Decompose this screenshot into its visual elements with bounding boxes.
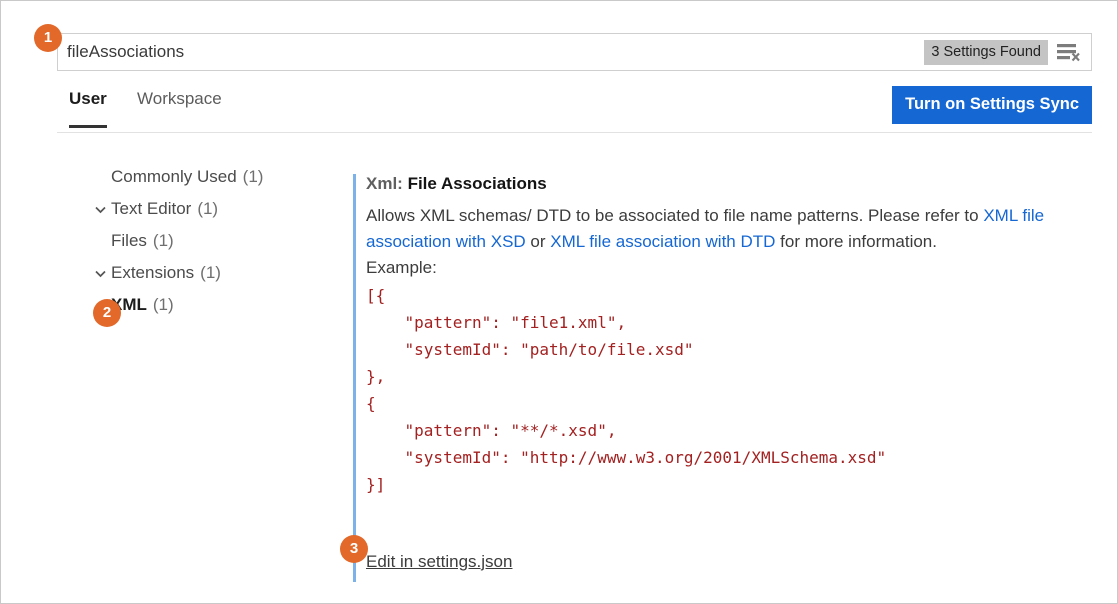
description-text-3: for more information.	[775, 232, 937, 251]
setting-example-code: [{ "pattern": "file1.xml", "systemId": "…	[366, 282, 1082, 498]
tree-item-text-editor[interactable]: Text Editor (1)	[89, 193, 319, 225]
setting-name: File Associations	[408, 174, 547, 193]
tree-item-label: Text Editor	[111, 199, 191, 219]
example-label: Example:	[366, 255, 1082, 281]
selected-setting-accent-bar	[353, 174, 356, 582]
tree-item-extensions[interactable]: Extensions (1)	[89, 257, 319, 289]
setting-detail-panel: Xml: File Associations Allows XML schema…	[366, 174, 1082, 498]
tree-item-count: (1)	[153, 231, 174, 251]
turn-on-settings-sync-button[interactable]: Turn on Settings Sync	[892, 86, 1092, 124]
annotation-badge-2: 2	[93, 299, 121, 327]
chevron-down-icon[interactable]	[89, 203, 111, 216]
clear-filter-icon[interactable]	[1056, 41, 1082, 63]
tree-item-label: Commonly Used	[111, 167, 237, 187]
tab-user[interactable]: User	[69, 89, 107, 128]
search-input[interactable]	[58, 34, 924, 70]
tabs-row: User Workspace Turn on Settings Sync	[57, 89, 1092, 135]
search-bar[interactable]: 3 Settings Found	[57, 33, 1092, 71]
tree-item-count: (1)	[197, 199, 218, 219]
tree-item-count: (1)	[153, 295, 174, 315]
tree-item-commonly-used[interactable]: Commonly Used (1)	[89, 161, 319, 193]
description-text-1: Allows XML schemas/ DTD to be associated…	[366, 206, 983, 225]
description-text-2: or	[526, 232, 551, 251]
tabs-divider	[57, 132, 1092, 133]
settings-category-tree: Commonly Used (1) Text Editor (1) Files …	[89, 161, 319, 321]
tree-item-count: (1)	[243, 167, 264, 187]
setting-title: Xml: File Associations	[366, 174, 1082, 194]
setting-description: Allows XML schemas/ DTD to be associated…	[366, 203, 1082, 281]
link-dtd[interactable]: XML file association with DTD	[550, 232, 775, 251]
tree-item-count: (1)	[200, 263, 221, 283]
tree-item-label: Extensions	[111, 263, 194, 283]
tree-item-xml[interactable]: XML (1)	[89, 289, 319, 321]
annotation-badge-3: 3	[340, 535, 368, 563]
tab-workspace[interactable]: Workspace	[137, 89, 222, 125]
edit-in-settings-json-link[interactable]: Edit in settings.json	[366, 552, 512, 572]
settings-window: 3 Settings Found User Workspace Turn on …	[0, 0, 1118, 604]
results-count-badge: 3 Settings Found	[924, 40, 1048, 65]
annotation-badge-1: 1	[34, 24, 62, 52]
tree-item-label: Files	[111, 231, 147, 251]
setting-scope: Xml:	[366, 174, 408, 193]
chevron-down-icon[interactable]	[89, 267, 111, 280]
tree-item-files[interactable]: Files (1)	[89, 225, 319, 257]
